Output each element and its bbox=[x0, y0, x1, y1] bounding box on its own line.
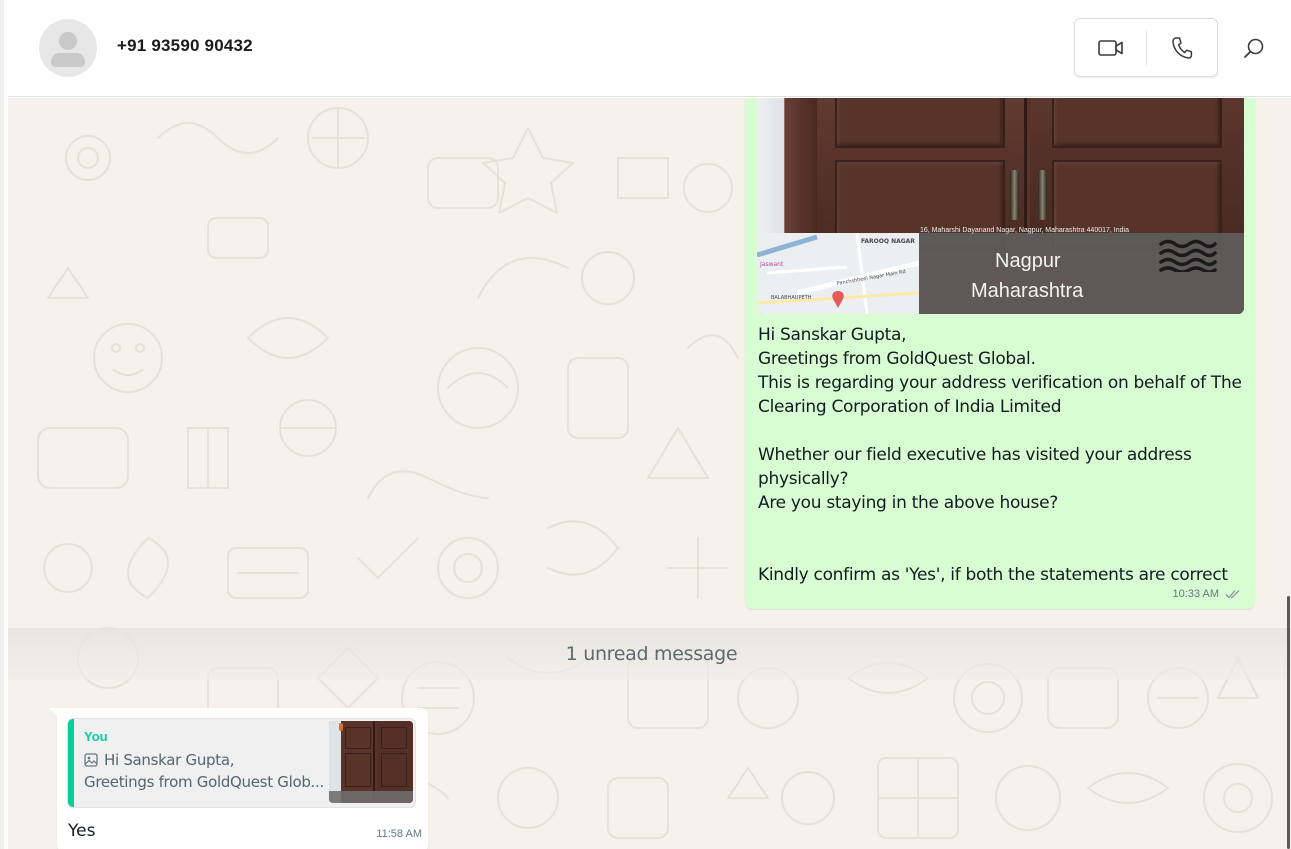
double-check-icon bbox=[1225, 590, 1240, 599]
voice-call-button[interactable] bbox=[1162, 28, 1202, 68]
quote-author: You bbox=[84, 729, 108, 744]
incoming-message-text: Yes bbox=[68, 821, 96, 841]
outgoing-message-bubble[interactable]: FAROOQ NAGAR Jaswant Panchshheel Nagar M… bbox=[745, 98, 1255, 609]
message-time: 10:33 AM bbox=[1172, 588, 1219, 600]
voice-call-icon bbox=[1172, 37, 1193, 59]
quote-text-line2: Greetings from GoldQuest Glob... bbox=[84, 773, 324, 791]
quote-accent-bar bbox=[68, 719, 74, 807]
quote-text-line1: Hi Sanskar Gupta, bbox=[104, 751, 235, 769]
quote-thumbnail bbox=[329, 721, 413, 803]
location-state: Maharashtra bbox=[971, 280, 1084, 302]
image-icon bbox=[84, 753, 98, 767]
unread-divider-label: 1 unread message bbox=[565, 643, 738, 665]
wave-logo-icon bbox=[1159, 239, 1217, 272]
call-button-group bbox=[1074, 18, 1218, 77]
location-address: 16, Maharshi Dayanand Nagar, Nagpur, Mah… bbox=[920, 227, 1129, 234]
incoming-message-bubble[interactable]: You Hi Sanskar Gupta, Greetings from Gol… bbox=[49, 708, 428, 849]
message-meta: 10:33 AM bbox=[1173, 588, 1241, 600]
chat-scrollbar[interactable] bbox=[1287, 596, 1290, 849]
contact-name[interactable]: +91 93590 90432 bbox=[117, 36, 253, 56]
chat-header: +91 93590 90432 bbox=[8, 0, 1291, 97]
video-call-icon bbox=[1098, 40, 1123, 56]
outgoing-message-text: Hi Sanskar Gupta, Greetings from GoldQue… bbox=[758, 325, 1242, 585]
avatar-placeholder-icon bbox=[59, 32, 77, 50]
video-call-button[interactable] bbox=[1091, 28, 1131, 68]
chat-window: +91 93590 90432 FAROOQ NAGAR Jaswant Pan… bbox=[0, 0, 1291, 849]
quoted-message[interactable]: You Hi Sanskar Gupta, Greetings from Gol… bbox=[67, 718, 416, 808]
door-left bbox=[817, 98, 1027, 250]
search-button[interactable] bbox=[1234, 28, 1274, 68]
svg-text:FAROOQ NAGAR: FAROOQ NAGAR bbox=[861, 238, 915, 245]
contact-avatar[interactable] bbox=[39, 19, 97, 77]
unread-divider: 1 unread message bbox=[8, 628, 1291, 680]
incoming-message-time: 11:58 AM bbox=[376, 828, 422, 840]
message-list[interactable]: FAROOQ NAGAR Jaswant Panchshheel Nagar M… bbox=[8, 98, 1291, 849]
search-icon bbox=[1244, 38, 1264, 58]
call-group-divider bbox=[1146, 31, 1147, 65]
door-right bbox=[1030, 98, 1244, 250]
